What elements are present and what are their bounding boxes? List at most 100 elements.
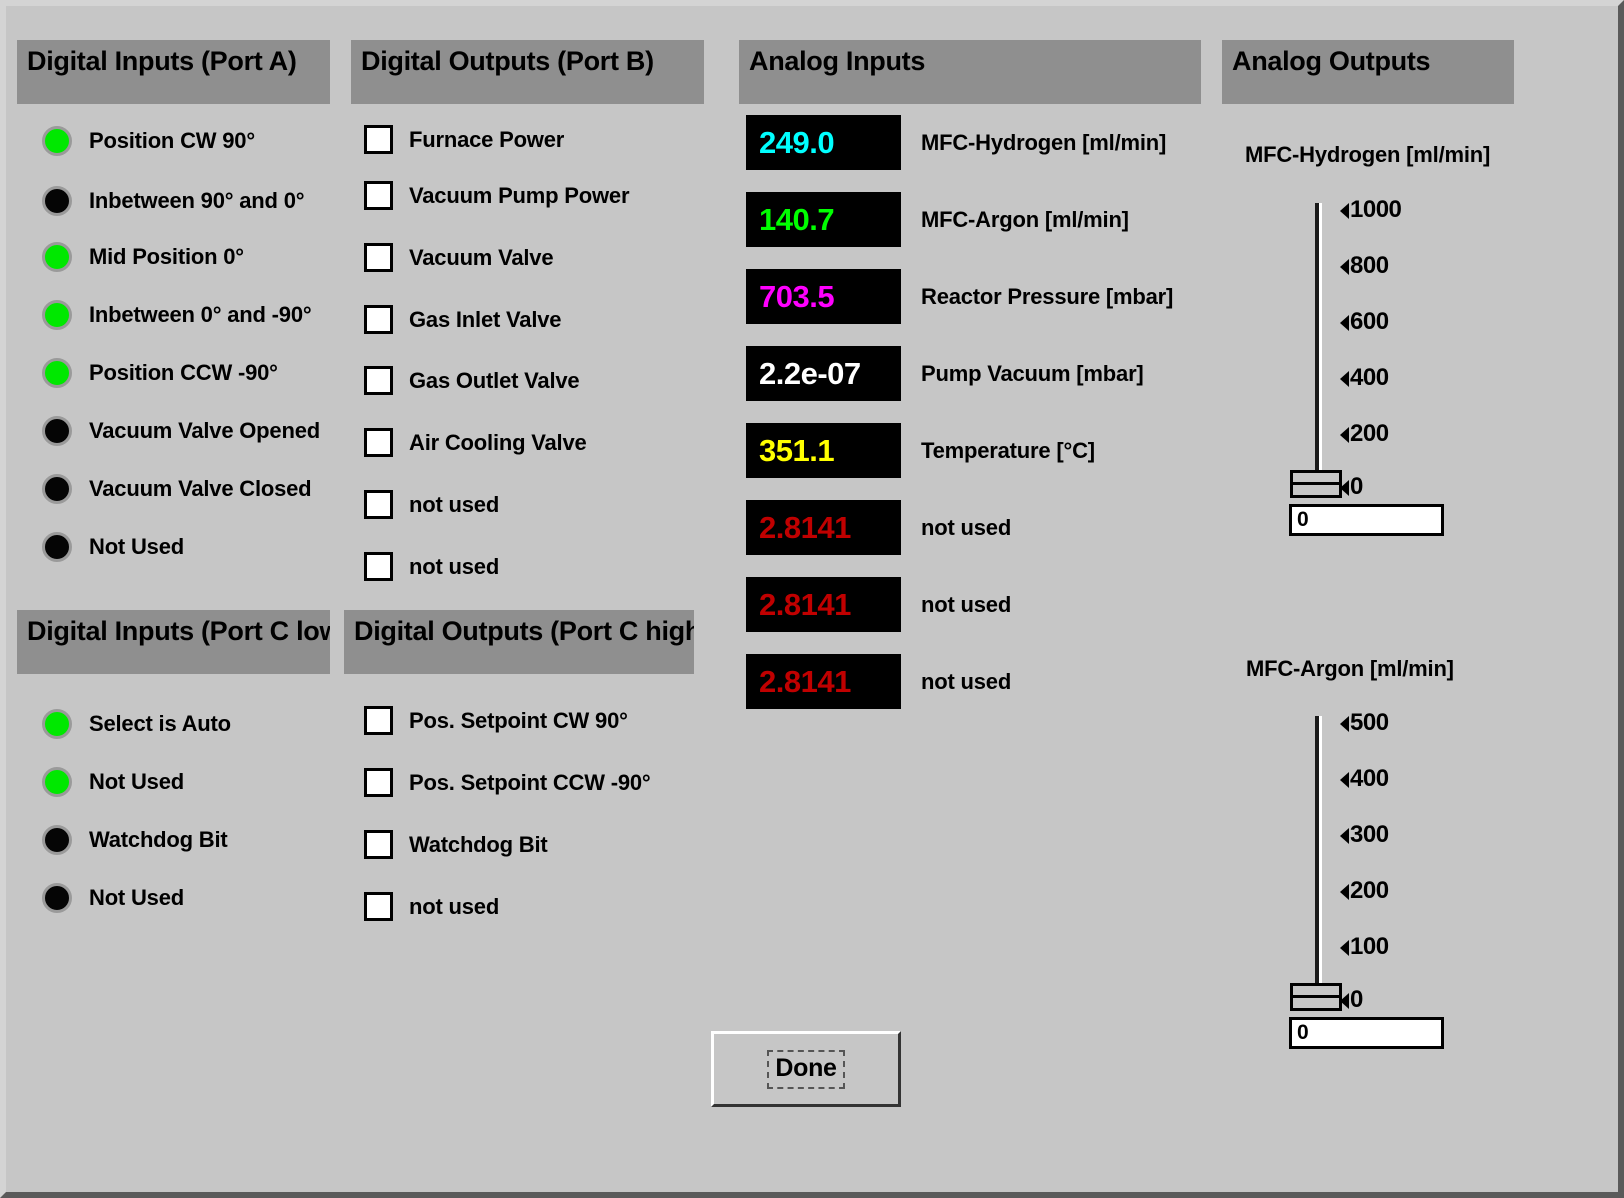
checkbox-row-do-c-2[interactable]: Watchdog Bit	[364, 830, 548, 859]
analog-readout-display: 351.1	[746, 423, 901, 478]
checkbox-icon[interactable]	[364, 305, 393, 334]
analog-readout-label: not used	[921, 591, 1012, 617]
slider-tick-h-200: 200	[1340, 422, 1389, 446]
analog-readout-value: 351.1	[759, 433, 835, 468]
checkbox-icon[interactable]	[364, 768, 393, 797]
indicator-label: Not Used	[89, 534, 184, 559]
slider-tick-h-400: 400	[1340, 366, 1389, 390]
slider-tick-h-0: 0	[1340, 475, 1363, 499]
checkbox-row-do-b-4[interactable]: Gas Outlet Valve	[364, 366, 580, 395]
indicator-row-di-a-7: Not Used	[42, 532, 184, 562]
checkbox-icon[interactable]	[364, 892, 393, 921]
tick-arrow-icon	[1340, 203, 1349, 219]
indicator-label: Position CW 90°	[89, 128, 255, 153]
indicator-row-di-a-6: Vacuum Valve Closed	[42, 474, 312, 504]
indicator-label: Not Used	[89, 769, 184, 794]
checkbox-icon[interactable]	[364, 125, 393, 154]
checkbox-row-do-b-3[interactable]: Gas Inlet Valve	[364, 305, 562, 334]
checkbox-label: not used	[409, 893, 500, 919]
analog-input-row-4: 351.1 Temperature [°C]	[746, 423, 1095, 478]
analog-readout-label: not used	[921, 514, 1012, 540]
slider-track-mfc-hydrogen[interactable]	[1315, 203, 1322, 487]
led-indicator-icon	[42, 474, 72, 504]
checkbox-row-do-b-7[interactable]: not used	[364, 552, 499, 581]
slider-thumb-mfc-argon[interactable]	[1290, 983, 1342, 1011]
checkbox-label: Pos. Setpoint CCW -90°	[409, 769, 651, 795]
checkbox-row-do-b-5[interactable]: Air Cooling Valve	[364, 428, 587, 457]
slider-thumb-mfc-hydrogen[interactable]	[1290, 470, 1342, 498]
checkbox-label: Vacuum Pump Power	[409, 182, 630, 208]
checkbox-icon[interactable]	[364, 830, 393, 859]
section-header-digital-inputs-a: Digital Inputs (Port A)	[17, 40, 330, 104]
slider-tick-a-0: 0	[1340, 988, 1363, 1012]
checkbox-icon[interactable]	[364, 552, 393, 581]
analog-readout-display: 2.2e-07	[746, 346, 901, 401]
checkbox-row-do-b-1[interactable]: Vacuum Pump Power	[364, 181, 630, 210]
slider-tick-a-200: 200	[1340, 879, 1389, 903]
numeric-entry-mfc-hydrogen[interactable]	[1289, 504, 1444, 536]
tick-label: 200	[1350, 420, 1389, 447]
analog-input-row-1: 140.7 MFC-Argon [ml/min]	[746, 192, 1129, 247]
panel-canvas: Digital Inputs (Port A) Position CW 90° …	[6, 6, 1618, 1192]
checkbox-icon[interactable]	[364, 428, 393, 457]
tick-label: 500	[1350, 709, 1389, 736]
tick-label: 0	[1350, 473, 1363, 500]
analog-readout-display: 2.8141	[746, 500, 901, 555]
indicator-row-di-c-1: Not Used	[42, 767, 184, 797]
led-indicator-icon	[42, 126, 72, 156]
checkbox-icon[interactable]	[364, 706, 393, 735]
tick-arrow-icon	[1340, 940, 1349, 956]
tick-arrow-icon	[1340, 259, 1349, 275]
indicator-row-di-a-2: Mid Position 0°	[42, 242, 244, 272]
checkbox-row-do-b-2[interactable]: Vacuum Valve	[364, 243, 554, 272]
led-indicator-icon	[42, 300, 72, 330]
checkbox-row-do-b-0[interactable]: Furnace Power	[364, 125, 564, 154]
checkbox-label: Furnace Power	[409, 126, 565, 152]
led-indicator-icon	[42, 186, 72, 216]
analog-input-row-3: 2.2e-07 Pump Vacuum [mbar]	[746, 346, 1144, 401]
tick-arrow-icon	[1340, 993, 1349, 1009]
tick-label: 800	[1350, 252, 1389, 279]
slider-title-mfc-hydrogen: MFC-Hydrogen [ml/min]	[1245, 142, 1491, 167]
slider-tick-h-600: 600	[1340, 310, 1389, 334]
tick-label: 100	[1350, 933, 1389, 960]
section-header-analog-outputs: Analog Outputs	[1222, 40, 1514, 104]
checkbox-row-do-c-3[interactable]: not used	[364, 892, 499, 921]
indicator-row-di-a-5: Vacuum Valve Opened	[42, 416, 320, 446]
analog-readout-label: not used	[921, 668, 1012, 694]
analog-readout-label: Temperature [°C]	[921, 437, 1095, 463]
checkbox-icon[interactable]	[364, 243, 393, 272]
tick-label: 1000	[1350, 196, 1402, 223]
checkbox-label: Watchdog Bit	[409, 831, 548, 857]
checkbox-label: Gas Outlet Valve	[409, 367, 580, 393]
tick-label: 300	[1350, 821, 1389, 848]
indicator-row-di-a-4: Position CCW -90°	[42, 358, 278, 388]
tick-arrow-icon	[1340, 828, 1349, 844]
indicator-label: Not Used	[89, 885, 184, 910]
analog-readout-label: MFC-Hydrogen [ml/min]	[921, 129, 1167, 155]
checkbox-row-do-c-1[interactable]: Pos. Setpoint CCW -90°	[364, 768, 651, 797]
section-header-digital-outputs-b: Digital Outputs (Port B)	[351, 40, 704, 104]
done-button[interactable]: Done	[711, 1031, 901, 1107]
indicator-row-di-a-3: Inbetween 0° and -90°	[42, 300, 312, 330]
indicator-row-di-c-3: Not Used	[42, 883, 184, 913]
tick-label: 0	[1350, 986, 1363, 1013]
tick-arrow-icon	[1340, 315, 1349, 331]
indicator-label: Position CCW -90°	[89, 360, 278, 385]
analog-readout-value: 2.8141	[759, 587, 851, 622]
checkbox-label: not used	[409, 553, 500, 579]
section-header-analog-inputs: Analog Inputs	[739, 40, 1201, 104]
checkbox-icon[interactable]	[364, 366, 393, 395]
tick-arrow-icon	[1340, 427, 1349, 443]
checkbox-icon[interactable]	[364, 490, 393, 519]
checkbox-row-do-b-6[interactable]: not used	[364, 490, 499, 519]
checkbox-icon[interactable]	[364, 181, 393, 210]
led-indicator-icon	[42, 883, 72, 913]
numeric-entry-mfc-argon[interactable]	[1289, 1017, 1444, 1049]
thumb-grip-line	[1293, 482, 1339, 485]
slider-tick-a-400: 400	[1340, 767, 1389, 791]
checkbox-row-do-c-0[interactable]: Pos. Setpoint CW 90°	[364, 706, 628, 735]
indicator-label: Inbetween 90° and 0°	[89, 188, 305, 213]
slider-track-mfc-argon[interactable]	[1315, 716, 1322, 1000]
tick-arrow-icon	[1340, 772, 1349, 788]
